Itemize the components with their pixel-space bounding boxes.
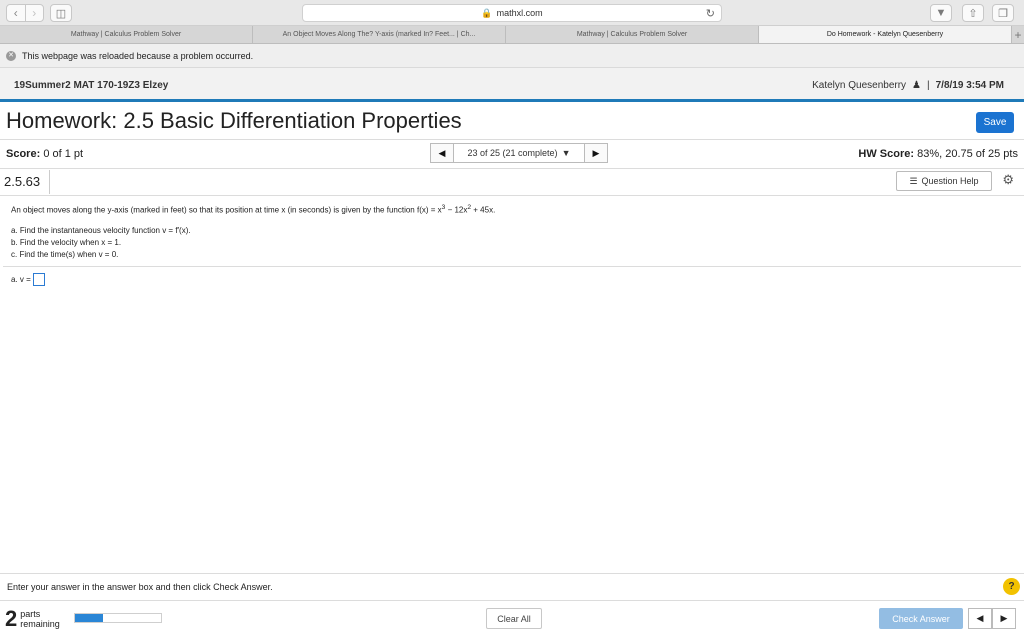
part-c: c. Find the time(s) when v = 0. (11, 249, 119, 259)
hw-score: HW Score: 83%, 20.75 of 25 pts (858, 148, 1018, 160)
score-value: 0 of 1 pt (43, 148, 84, 160)
chevron-down-icon: ▼ (561, 148, 571, 158)
reload-notice: ✕ This webpage was reloaded because a pr… (0, 44, 1024, 68)
divider (3, 266, 1021, 267)
back-icon[interactable]: ‹ (7, 5, 25, 21)
problem-mid: − 12x (445, 205, 468, 215)
help-icon[interactable]: ? (1003, 578, 1020, 595)
clear-all-button[interactable]: Clear All (486, 608, 542, 629)
part-a: a. Find the instantaneous velocity funct… (11, 225, 191, 235)
tab-do-homework[interactable]: Do Homework - Katelyn Quesenberry (759, 26, 1012, 43)
answer-row: a. v = (11, 273, 45, 286)
address-bar[interactable]: 🔒 mathxl.com ↻ (302, 4, 722, 22)
problem-text: An object moves along the y-axis (marked… (11, 204, 495, 215)
question-navigator: ◀ 23 of 25 (21 complete) ▼ ▶ (430, 143, 608, 163)
instruction-text: Enter your answer in the answer box and … (7, 582, 273, 592)
parts-remaining: 2 parts remaining (5, 606, 60, 632)
next-question-icon[interactable]: ▶ (584, 143, 608, 163)
user-info: Katelyn Quesenberry ♟ | 7/8/19 3:54 PM (812, 80, 1004, 91)
prev-question-icon[interactable]: ◀ (968, 608, 992, 629)
score: Score: 0 of 1 pt (6, 148, 83, 160)
remaining-word: remaining (20, 619, 60, 629)
problem-suffix: + 45x. (471, 205, 496, 215)
hw-score-label: HW Score: (858, 148, 915, 160)
divider (0, 600, 1024, 601)
tabs-overview-icon[interactable]: ❐ (992, 4, 1014, 22)
hw-score-value: 83%, 20.75 of 25 pts (917, 148, 1018, 160)
question-id: 2.5.63 (0, 170, 50, 194)
progress-bar (74, 613, 162, 623)
question-help-button[interactable]: ☰ Question Help (896, 171, 992, 191)
divider (0, 573, 1024, 574)
question-select[interactable]: 23 of 25 (21 complete) ▼ (454, 143, 584, 163)
answer-input[interactable] (32, 273, 45, 286)
divider (0, 168, 1024, 169)
page-title: Homework: 2.5 Basic Differentiation Prop… (6, 108, 462, 133)
question-help-label: Question Help (921, 176, 979, 186)
parts-count: 2 (5, 606, 18, 631)
new-tab-icon[interactable]: + (1012, 26, 1024, 43)
course-header: 19Summer2 MAT 170-19Z3 Elzey Katelyn Que… (0, 68, 1024, 102)
sidebar-icon[interactable]: ◫ (50, 4, 72, 22)
problem-prefix: An object moves along the y-axis (marked… (11, 205, 442, 215)
answer-label: a. v = (11, 275, 31, 284)
datetime: 7/8/19 3:54 PM (935, 80, 1004, 91)
score-label: Score: (6, 148, 41, 160)
prev-question-icon[interactable]: ◀ (430, 143, 454, 163)
user-name[interactable]: Katelyn Quesenberry (812, 80, 906, 91)
course-name: 19Summer2 MAT 170-19Z3 Elzey (14, 80, 169, 91)
user-icon: ♟ (912, 80, 922, 91)
tab-mathway-2[interactable]: Mathway | Calculus Problem Solver (506, 26, 759, 43)
parts-word: parts (20, 609, 41, 619)
save-button[interactable]: Save (976, 112, 1014, 133)
check-answer-button[interactable]: Check Answer (879, 608, 963, 629)
lock-icon: 🔒 (481, 7, 493, 18)
progress-fill (75, 614, 104, 622)
reload-message: This webpage was reloaded because a prob… (22, 50, 254, 61)
gear-icon[interactable]: ⚙ (1002, 172, 1014, 188)
divider (0, 139, 1024, 140)
browser-toolbar: ‹ › ◫ 🔒 mathxl.com ↻ ▼ ⇧ ❐ (0, 0, 1024, 26)
tab-mathway-1[interactable]: Mathway | Calculus Problem Solver (0, 26, 253, 43)
tab-object-moves[interactable]: An Object Moves Along The? Y-axis (marke… (253, 26, 506, 43)
divider (0, 195, 1024, 196)
history-nav: ‹ › (6, 4, 44, 22)
close-icon[interactable]: ✕ (6, 50, 16, 61)
part-b: b. Find the velocity when x = 1. (11, 237, 122, 247)
separator: | (927, 80, 930, 91)
address-text: mathxl.com (496, 8, 543, 18)
parts-text: parts remaining (20, 609, 60, 629)
next-question-icon[interactable]: ▶ (992, 608, 1016, 629)
tab-bar: Mathway | Calculus Problem Solver An Obj… (0, 26, 1024, 44)
question-position: 23 of 25 (21 complete) (467, 148, 558, 158)
forward-icon[interactable]: › (24, 5, 44, 21)
bottom-navigator: ◀ ▶ (968, 608, 1016, 629)
reload-icon[interactable]: ↻ (706, 7, 715, 20)
problem-statement: An object moves along the y-axis (marked… (11, 204, 495, 262)
download-icon[interactable]: ▼ (930, 4, 952, 22)
list-icon: ☰ (909, 175, 918, 186)
share-icon[interactable]: ⇧ (962, 4, 984, 22)
